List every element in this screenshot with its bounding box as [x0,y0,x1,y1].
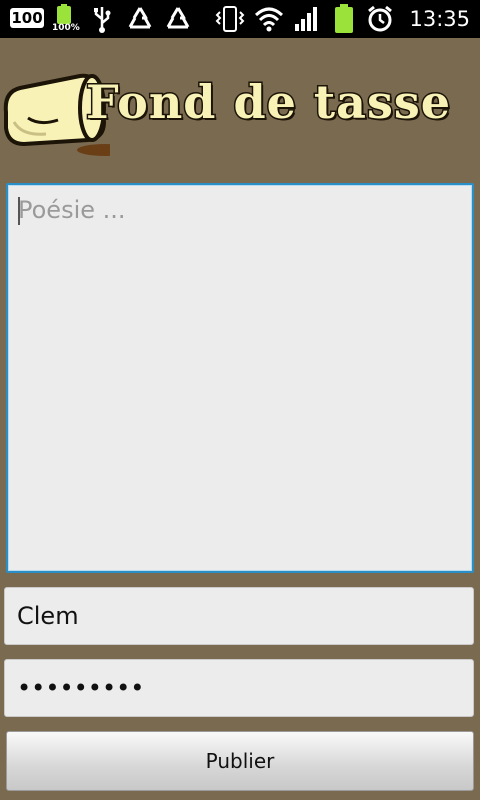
poem-input-container[interactable] [6,183,474,573]
battery-percent-label: 100% [52,23,80,33]
signal-icon [295,7,317,31]
author-name-field[interactable] [5,588,473,644]
alarm-icon [368,5,392,32]
battery-icon [335,4,353,33]
password-field[interactable] [5,660,473,716]
recycle-icon [166,7,190,29]
app-header: Fond de tasse [0,38,480,178]
vibrate-icon [215,6,245,32]
clock: 13:35 [409,7,470,31]
publish-button[interactable]: Publier [6,731,474,791]
text-cursor [18,197,20,225]
author-field-container[interactable] [4,587,474,645]
poem-input[interactable] [8,185,472,571]
status-bar: 100 100% 13:35 [0,0,480,38]
notification-badge-icon: 100 [10,8,44,28]
recycle-icon [128,7,152,29]
battery-small-icon [57,4,71,24]
password-field-container[interactable] [4,659,474,717]
wifi-icon [254,7,284,32]
usb-icon [94,7,111,33]
app-title: Fond de tasse [84,74,452,131]
